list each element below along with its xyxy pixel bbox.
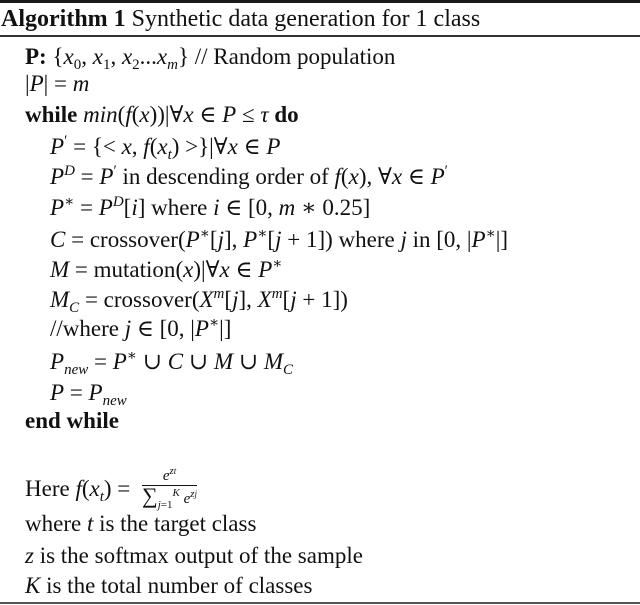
keyword-do: do [274, 102, 299, 127]
algo-line-mc: MC = crossover(Xm[j], Xm[j + 1]) [50, 286, 348, 316]
var-t: t [86, 511, 94, 536]
algo-line-pstar: P∗ = PD[i] where i ∈ [0, m ∗ 0.25] [50, 194, 371, 221]
while-condition: min(f(x))|∀x ∈ P ≤ τ [83, 102, 269, 127]
softmax-definition: Here f(xt) = ezt ∑j=1K ezj [25, 465, 198, 511]
where-text: where [338, 227, 395, 252]
note-target-class: where t is the target class [25, 511, 256, 537]
algorithm-title: Synthetic data generation for 1 class [131, 6, 481, 32]
algo-line-size: |P| = m [25, 71, 90, 96]
population-comment: // Random population [194, 44, 396, 69]
top-rule [0, 0, 640, 3]
algo-line-pprime: P′ = {< x, f(xt) >}|∀x ∈ P [50, 133, 281, 163]
algo-line-population: P: {x0, x1, x2...xm} // Random populatio… [25, 44, 396, 73]
keyword-end-while: end while [25, 408, 119, 433]
algorithm-caption: Algorithm 1 Synthetic data generation fo… [1, 4, 480, 34]
descending-text: in descending order of [122, 164, 329, 189]
caption-rule [0, 35, 640, 37]
note-text: is the target class [99, 511, 257, 536]
var-k: K [25, 573, 41, 598]
algo-line-assign: P = Pnew [50, 380, 127, 409]
mutation-func: mutation [93, 257, 176, 282]
crossover-func: crossover [89, 227, 178, 252]
note-softmax-output: z is the softmax output of the sample [25, 543, 363, 569]
algo-line-pd: PD = P′ in descending order of f(x), ∀x … [50, 163, 448, 190]
algorithm-label: Algorithm 1 [1, 6, 126, 32]
here-text: Here [25, 475, 70, 501]
softmax-denominator: ∑j=1K ezj [142, 483, 198, 511]
keyword-p: P: [25, 44, 47, 69]
softmax-fraction: ezt ∑j=1K ezj [142, 466, 198, 511]
algo-line-crossover: C = crossover(P∗[j], P∗[j + 1]) where j … [50, 226, 509, 253]
algo-line-endwhile: end while [25, 408, 119, 434]
bottom-rule [0, 602, 640, 604]
note-text: is the total number of classes [46, 573, 313, 598]
where-text: where [25, 511, 82, 536]
note-text: is the softmax output of the sample [39, 543, 363, 568]
var-z: z [25, 543, 34, 568]
algo-line-while: while min(f(x))|∀x ∈ P ≤ τ do [25, 102, 299, 128]
keyword-while: while [25, 102, 78, 127]
where-text: where [151, 195, 208, 220]
note-num-classes: K is the total number of classes [25, 573, 312, 599]
crossover-func: crossover [103, 287, 192, 312]
in-text: in [412, 227, 431, 252]
algo-line-where-comment: //where j ∈ [0, |P∗|] [50, 315, 232, 342]
algo-line-mutation: M = mutation(x)|∀x ∈ P∗ [50, 256, 283, 283]
algo-line-pnew: Pnew = P∗ ∪ C ∪ M ∪ MC [50, 348, 294, 378]
where-comment: //where [50, 316, 119, 341]
population-set: {x0, x1, x2...xm} [52, 44, 190, 73]
